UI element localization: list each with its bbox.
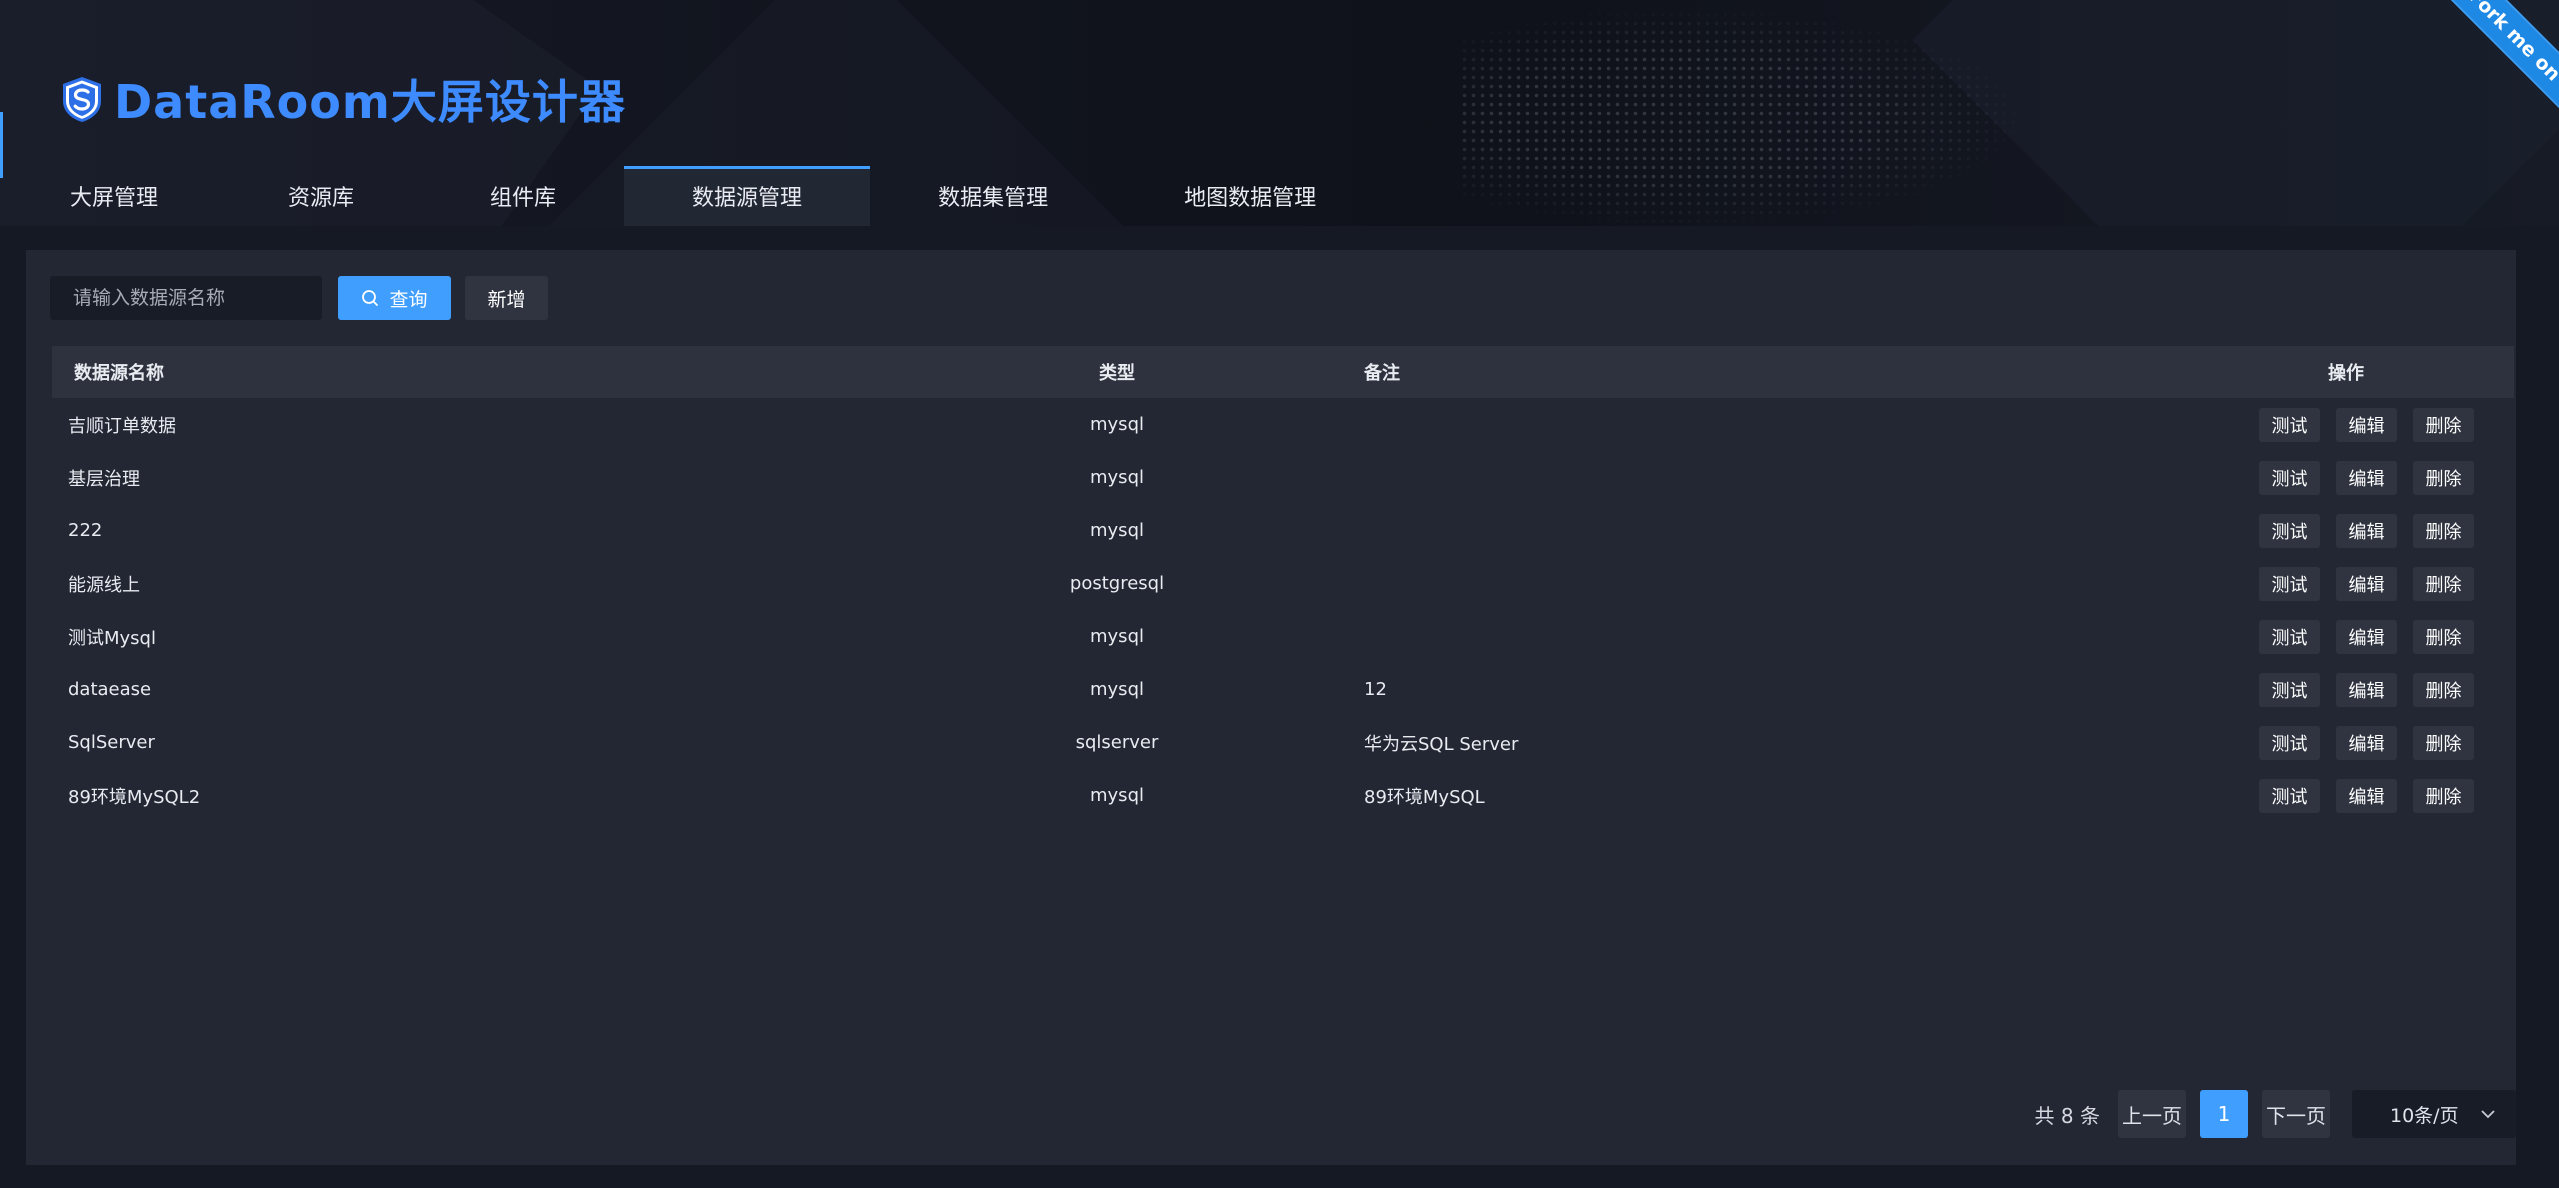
edit-button[interactable]: 编辑 <box>2336 619 2397 654</box>
edit-button[interactable]: 编辑 <box>2336 460 2397 495</box>
edit-button[interactable]: 编辑 <box>2336 778 2397 813</box>
app-logo[interactable]: DataRoom大屏设计器 <box>60 66 626 132</box>
test-button[interactable]: 测试 <box>2259 460 2320 495</box>
github-ribbon-label[interactable]: Fork me on GitHub <box>2436 0 2559 171</box>
cell-name: 测试Mysql <box>68 627 156 649</box>
cell-ops: 测试 编辑 删除 <box>2082 460 2514 495</box>
cell-ops: 测试 编辑 删除 <box>2082 513 2514 548</box>
cell-name: 能源线上 <box>68 574 140 596</box>
nav-item-screen-management[interactable]: 大屏管理 <box>0 166 220 226</box>
table-row: 吉顺订单数据 mysql 测试 编辑 删除 <box>52 398 2514 451</box>
nav-item-datasource-management[interactable]: 数据源管理 <box>624 166 871 226</box>
table-row: 能源线上 postgresql 测试 编辑 删除 <box>52 557 2514 610</box>
cell-ops: 测试 编辑 删除 <box>2082 778 2514 813</box>
delete-button[interactable]: 删除 <box>2413 619 2474 654</box>
next-page-button[interactable]: 下一页 <box>2262 1090 2330 1138</box>
test-button[interactable]: 测试 <box>2259 566 2320 601</box>
datasource-search-input[interactable] <box>50 276 322 320</box>
world-map-background <box>1460 10 2020 226</box>
cell-type: sqlserver <box>1075 732 1159 753</box>
query-button[interactable]: 查询 <box>338 276 451 320</box>
edit-button[interactable]: 编辑 <box>2336 566 2397 601</box>
cell-type: mysql <box>1090 467 1144 488</box>
delete-button[interactable]: 删除 <box>2413 566 2474 601</box>
nav-item-map-data-management[interactable]: 地图数据管理 <box>1116 166 1384 226</box>
cell-type: mysql <box>1090 785 1144 806</box>
edit-button[interactable]: 编辑 <box>2336 672 2397 707</box>
nav-item-dataset-management[interactable]: 数据集管理 <box>870 166 1116 226</box>
table-header: 数据源名称 类型 备注 操作 <box>52 346 2514 398</box>
test-button[interactable]: 测试 <box>2259 778 2320 813</box>
table-row: 基层治理 mysql 测试 编辑 删除 <box>52 451 2514 504</box>
datasource-table: 数据源名称 类型 备注 操作 吉顺订单数据 mysql 测试 编辑 删除 基层治… <box>52 346 2514 822</box>
cell-ops: 测试 编辑 删除 <box>2082 407 2514 442</box>
delete-button[interactable]: 删除 <box>2413 407 2474 442</box>
chevron-down-icon <box>2481 1110 2495 1119</box>
test-button[interactable]: 测试 <box>2259 513 2320 548</box>
cell-ops: 测试 编辑 删除 <box>2082 566 2514 601</box>
column-header-name: 数据源名称 <box>74 363 164 384</box>
datasource-panel: 查询 新增 数据源名称 类型 备注 操作 吉顺订单数据 mysql 测试 编辑 … <box>26 250 2516 1165</box>
main-nav: 大屏管理 资源库 组件库 数据源管理 数据集管理 地图数据管理 <box>0 166 1384 226</box>
cell-ops: 测试 编辑 删除 <box>2082 672 2514 707</box>
edit-button[interactable]: 编辑 <box>2336 725 2397 760</box>
cell-name: 89环境MySQL2 <box>68 786 201 808</box>
table-row: 测试Mysql mysql 测试 编辑 删除 <box>52 610 2514 663</box>
search-toolbar: 查询 新增 <box>50 276 548 320</box>
column-header-note: 备注 <box>1364 363 1400 384</box>
page-size-select[interactable]: 10条/页 <box>2352 1090 2516 1138</box>
search-icon <box>362 290 379 306</box>
edit-button[interactable]: 编辑 <box>2336 513 2397 548</box>
shield-s-logo-icon <box>63 77 101 122</box>
nav-item-component-library[interactable]: 组件库 <box>422 166 624 226</box>
cell-name: 222 <box>68 520 103 541</box>
cell-type: mysql <box>1090 414 1144 435</box>
cell-ops: 测试 编辑 删除 <box>2082 725 2514 760</box>
page-number-button[interactable]: 1 <box>2200 1090 2248 1138</box>
delete-button[interactable]: 删除 <box>2413 725 2474 760</box>
column-header-ops: 操作 <box>2328 363 2364 384</box>
table-row: 89环境MySQL2 mysql 89环境MySQL 测试 编辑 删除 <box>52 769 2514 822</box>
cell-note: 12 <box>1364 679 1387 700</box>
delete-button[interactable]: 删除 <box>2413 778 2474 813</box>
delete-button[interactable]: 删除 <box>2413 513 2474 548</box>
table-row: 222 mysql 测试 编辑 删除 <box>52 504 2514 557</box>
test-button[interactable]: 测试 <box>2259 619 2320 654</box>
cell-name: 吉顺订单数据 <box>68 415 176 437</box>
prev-page-button[interactable]: 上一页 <box>2118 1090 2186 1138</box>
table-row: dataease mysql 12 测试 编辑 删除 <box>52 663 2514 716</box>
cell-type: mysql <box>1090 679 1144 700</box>
cell-note: 华为云SQL Server <box>1364 733 1519 755</box>
cell-name: 基层治理 <box>68 468 140 490</box>
delete-button[interactable]: 删除 <box>2413 460 2474 495</box>
cell-type: mysql <box>1090 626 1144 647</box>
cell-type: mysql <box>1090 520 1144 541</box>
edit-button[interactable]: 编辑 <box>2336 407 2397 442</box>
table-row: SqlServer sqlserver 华为云SQL Server 测试 编辑 … <box>52 716 2514 769</box>
cell-type: postgresql <box>1069 573 1165 594</box>
app-title: DataRoom大屏设计器 <box>114 75 626 129</box>
delete-button[interactable]: 删除 <box>2413 672 2474 707</box>
nav-item-resource-library[interactable]: 资源库 <box>220 166 422 226</box>
github-ribbon[interactable]: Fork me on GitHub <box>2379 0 2559 180</box>
pagination: 共 8 条 上一页 1 下一页 10条/页 <box>2035 1090 2516 1138</box>
pagination-total: 共 8 条 <box>2034 1103 2100 1128</box>
query-button-label: 查询 <box>389 288 428 311</box>
cell-name: dataease <box>68 679 152 700</box>
add-datasource-button[interactable]: 新增 <box>465 276 548 320</box>
test-button[interactable]: 测试 <box>2259 672 2320 707</box>
cell-note: 89环境MySQL <box>1364 786 1485 808</box>
page-size-value: 10条/页 <box>2390 1104 2459 1127</box>
test-button[interactable]: 测试 <box>2259 725 2320 760</box>
app-header: DataRoom大屏设计器 大屏管理 资源库 组件库 数据源管理 数据集管理 地… <box>0 0 2559 226</box>
column-header-type: 类型 <box>1099 363 1135 384</box>
cell-ops: 测试 编辑 删除 <box>2082 619 2514 654</box>
cell-name: SqlServer <box>68 732 155 753</box>
test-button[interactable]: 测试 <box>2259 407 2320 442</box>
